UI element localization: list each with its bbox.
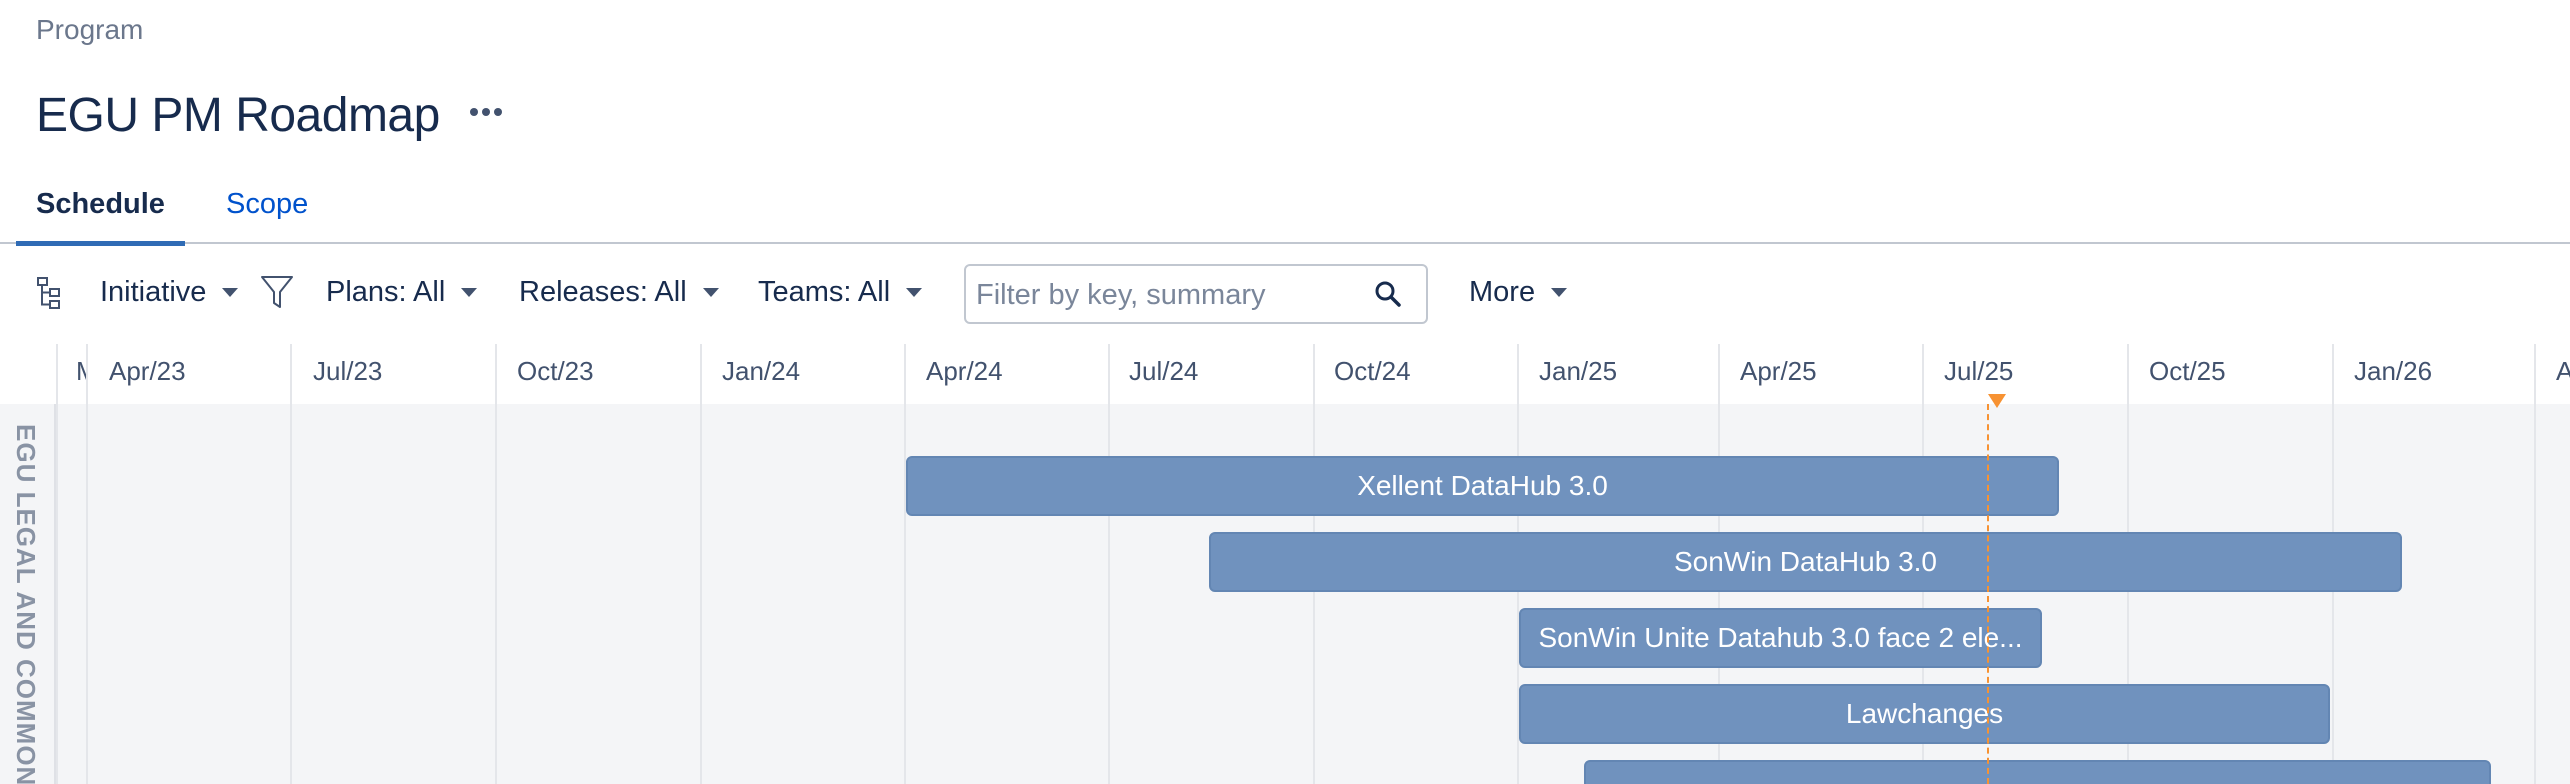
breadcrumb[interactable]: Program [36,14,143,46]
chevron-down-icon [222,288,239,297]
timeline-column-label: Jan/25 [1539,356,1618,386]
roadmap-bar[interactable]: SonWin DataHub 3.0 [1209,532,2402,592]
roadmap-bar[interactable]: Xellent DataHub 3.0 [906,456,2059,516]
chevron-down-icon [1551,288,1568,297]
timeline-column-label: M [76,356,86,387]
roadmap-bar[interactable] [1584,760,2491,784]
group-by-label: Initiative [100,276,207,308]
grid-line [2534,344,2536,784]
tab-schedule[interactable]: Schedule [16,188,185,246]
more-label: More [1469,276,1536,308]
chevron-down-icon [461,288,478,297]
roadmap-bar-label: SonWin DataHub 3.0 [1673,546,1938,577]
grid-line [904,344,906,784]
chevron-down-icon [702,288,719,297]
roadmap-bar-label: Xellent DataHub 3.0 [1357,470,1608,501]
roadmap-page: Program EGU PM Roadmap Schedule Scope In… [0,0,2570,784]
roadmap-bar-label: SonWin Unite Datahub 3.0 face 2 ele... [1538,622,2023,653]
timeline-column-label: Apr/25 [1740,356,1817,386]
timeline-column-label: Jul/25 [1944,356,2014,386]
tab-scope[interactable]: Scope [226,188,308,244]
initiative-group-label: EGU LEGAL AND COMMON [11,424,41,784]
roadmap-bar[interactable]: Lawchanges [1519,684,2330,744]
chevron-down-icon [906,288,923,297]
timeline-column-label: Jan/26 [2354,356,2433,386]
timeline-column-label: Apr/23 [109,356,186,386]
plans-dropdown[interactable]: Plans: All [326,276,478,309]
search-input[interactable] [976,276,1356,314]
timeline-column-label: Oct/25 [2149,356,2226,386]
releases-dropdown[interactable]: Releases: All [519,276,719,309]
timeline-column-label: Jul/23 [313,356,383,386]
toolbar: Initiative Plans: All Releases: All Team… [0,262,2570,326]
today-marker-icon [1988,394,2006,408]
dot [470,108,478,116]
grid-line [1108,344,1110,784]
timeline-column-label: Jan/24 [722,356,801,386]
today-line [1987,404,1989,784]
grid-line [700,344,702,784]
timeline-column-label: Oct/23 [517,356,594,386]
teams-dropdown[interactable]: Teams: All [758,276,923,309]
timeline-column-label: A [2556,356,2570,386]
search-box [964,264,1428,324]
more-dropdown[interactable]: More [1469,276,1568,309]
more-actions-button[interactable] [466,92,506,132]
timeline-column-label: Apr/24 [926,356,1003,386]
grid-line [290,344,292,784]
initiative-group[interactable]: EGU LEGAL AND COMMON [0,404,56,784]
timeline-column-label: Oct/24 [1334,356,1411,386]
search-icon[interactable] [1374,280,1402,313]
group-by-dropdown[interactable]: Initiative [100,276,239,309]
timeline-column-label: Jul/24 [1129,356,1199,386]
grid-line [495,344,497,784]
grid-line [56,344,58,784]
page-title: EGU PM Roadmap [36,89,440,142]
releases-label: Releases: All [519,276,687,308]
teams-label: Teams: All [758,276,891,308]
filter-icon[interactable] [260,274,294,315]
hierarchy-icon[interactable] [36,276,64,315]
dot [494,108,502,116]
dot [482,108,490,116]
plans-label: Plans: All [326,276,446,308]
grid-line [86,344,88,784]
roadmap-bar[interactable]: SonWin Unite Datahub 3.0 face 2 ele... [1519,608,2042,668]
tab-bar: Schedule Scope [0,180,2570,246]
